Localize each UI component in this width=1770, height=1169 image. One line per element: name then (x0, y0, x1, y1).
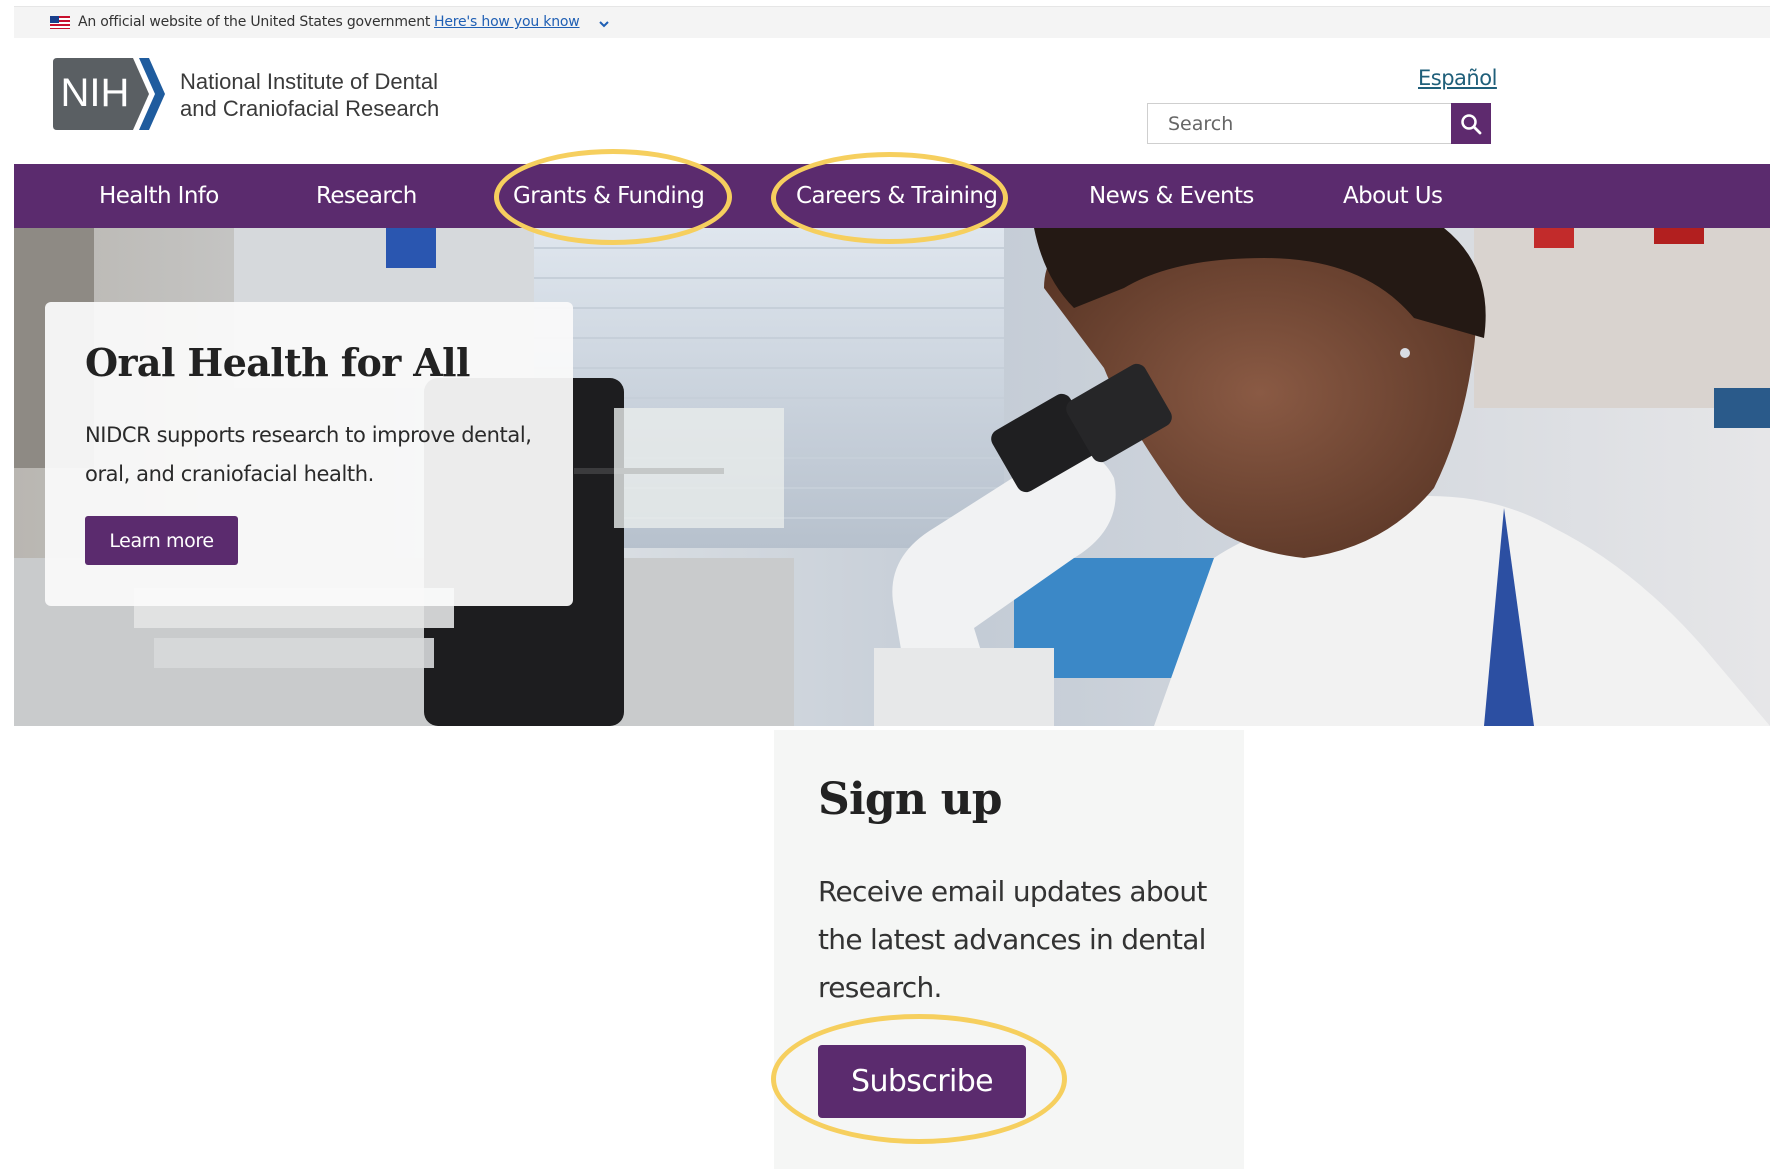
nih-logo[interactable]: NIH (53, 58, 169, 130)
learn-more-button[interactable]: Learn more (85, 516, 238, 565)
us-flag-icon (50, 16, 70, 29)
espanol-link[interactable]: Español (1418, 66, 1497, 90)
nav-research[interactable]: Research (316, 164, 417, 228)
search-icon (1461, 113, 1482, 134)
org-name-line1: National Institute of Dental (180, 69, 439, 94)
page: An official website of the United States… (0, 0, 1770, 1169)
search-input[interactable] (1147, 103, 1451, 144)
hero-title: Oral Health for All (85, 340, 470, 385)
signup-section: Sign up Receive email updates about the … (774, 730, 1244, 1169)
subscribe-button[interactable]: Subscribe (818, 1045, 1026, 1118)
chevron-down-icon[interactable] (598, 18, 610, 30)
hero-banner: Oral Health for All NIDCR supports resea… (14, 228, 1770, 726)
main-nav: Health Info Research Grants & Funding Ca… (14, 164, 1770, 228)
hero-description: NIDCR supports research to improve denta… (85, 423, 532, 486)
gov-banner-text: An official website of the United States… (78, 14, 431, 30)
signup-title: Sign up (818, 774, 1003, 825)
nav-grants-funding[interactable]: Grants & Funding (513, 164, 705, 228)
gov-banner: An official website of the United States… (14, 6, 1770, 38)
nav-about-us[interactable]: About Us (1343, 164, 1443, 228)
logo-text: NIH (61, 71, 130, 115)
org-name-line2: and Craniofacial Research (180, 96, 440, 121)
hero-card: Oral Health for All NIDCR supports resea… (45, 302, 573, 606)
signup-description: Receive email updates about the latest a… (818, 875, 1207, 1004)
search-button[interactable] (1451, 103, 1491, 144)
nav-health-info[interactable]: Health Info (99, 164, 219, 228)
nav-careers-training[interactable]: Careers & Training (796, 164, 998, 228)
org-name[interactable]: National Institute of Dental and Craniof… (180, 68, 439, 122)
heres-how-you-know-link[interactable]: Here's how you know (434, 14, 580, 30)
nav-news-events[interactable]: News & Events (1089, 164, 1254, 228)
